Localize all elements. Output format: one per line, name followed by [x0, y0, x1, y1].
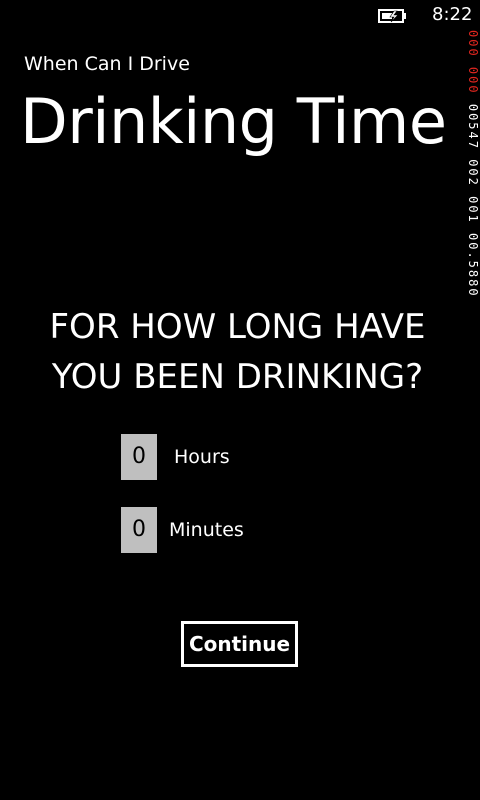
minutes-input[interactable]: 0 — [121, 507, 157, 553]
page-title: Drinking Time — [20, 85, 447, 158]
hours-label: Hours — [174, 446, 230, 468]
frame-counter-values: 00547 002 001 00.5880 — [466, 103, 480, 298]
question-text: FOR HOW LONG HAVE YOU BEEN DRINKING? — [0, 302, 475, 402]
question-line-1: FOR HOW LONG HAVE — [49, 307, 426, 347]
frame-counter-red-1: 000 — [466, 30, 480, 58]
continue-button[interactable]: Continue — [181, 621, 298, 667]
status-bar: 8:22 — [0, 0, 480, 32]
app-title: When Can I Drive — [24, 53, 190, 75]
battery-charging-icon — [378, 9, 406, 23]
minutes-label: Minutes — [169, 519, 244, 541]
status-time: 8:22 — [432, 4, 473, 25]
hours-input[interactable]: 0 — [121, 434, 157, 480]
frame-counter-red-2: 000 — [466, 66, 480, 95]
question-line-2: YOU BEEN DRINKING? — [51, 357, 424, 397]
